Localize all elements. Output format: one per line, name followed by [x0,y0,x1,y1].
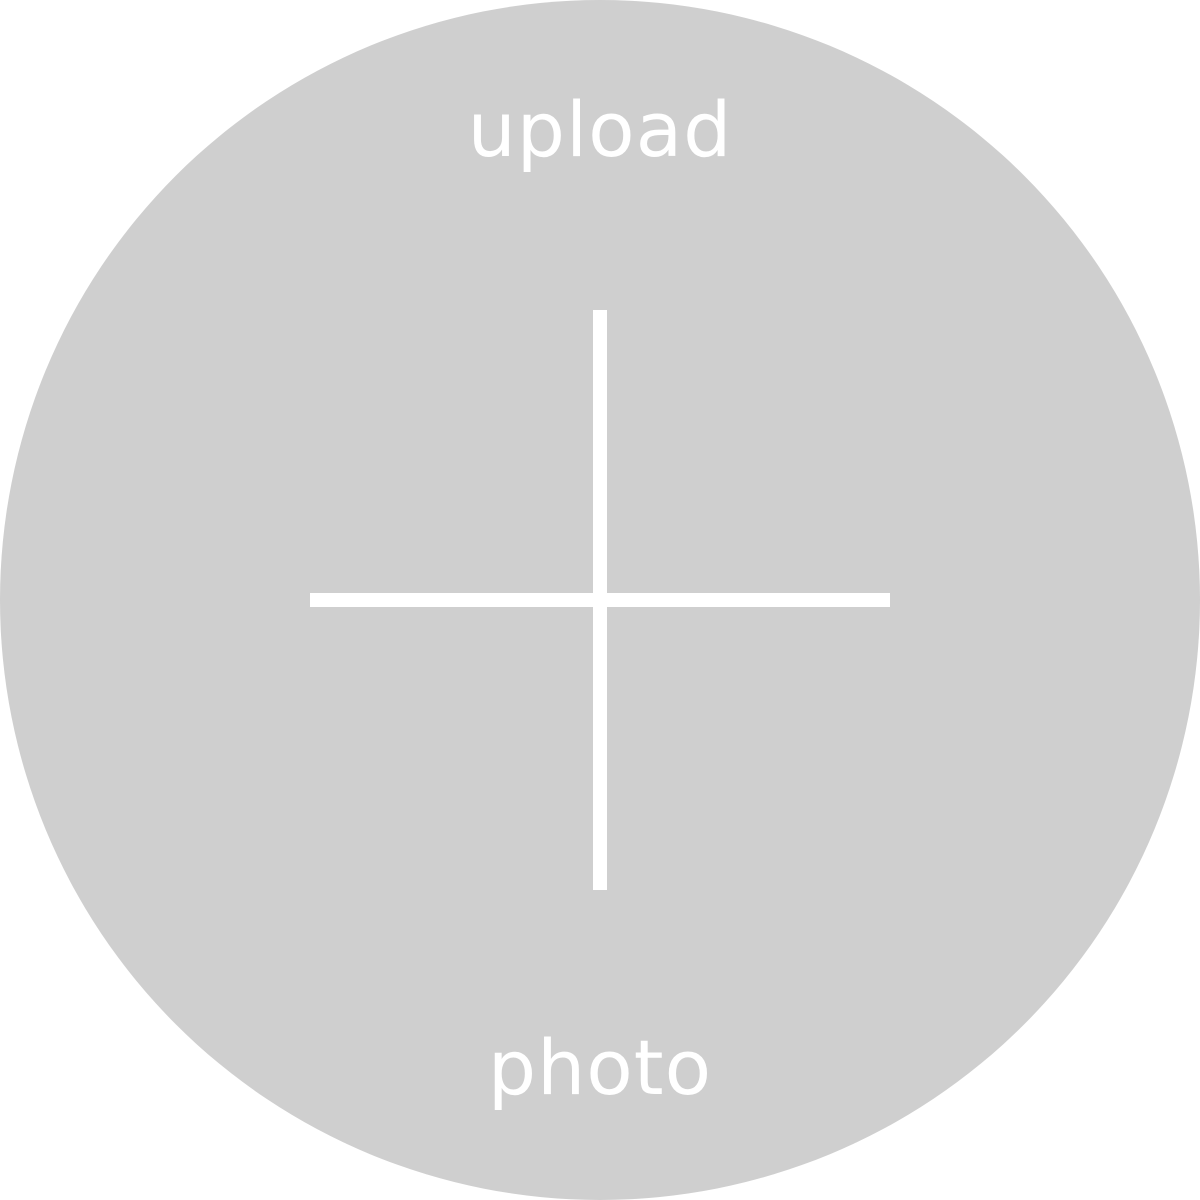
plus-icon [310,310,890,890]
plus-horizontal-bar [310,593,890,607]
photo-label: photo [487,1023,713,1112]
upload-photo-button[interactable]: upload photo [0,0,1200,1200]
upload-label: upload [467,85,733,174]
